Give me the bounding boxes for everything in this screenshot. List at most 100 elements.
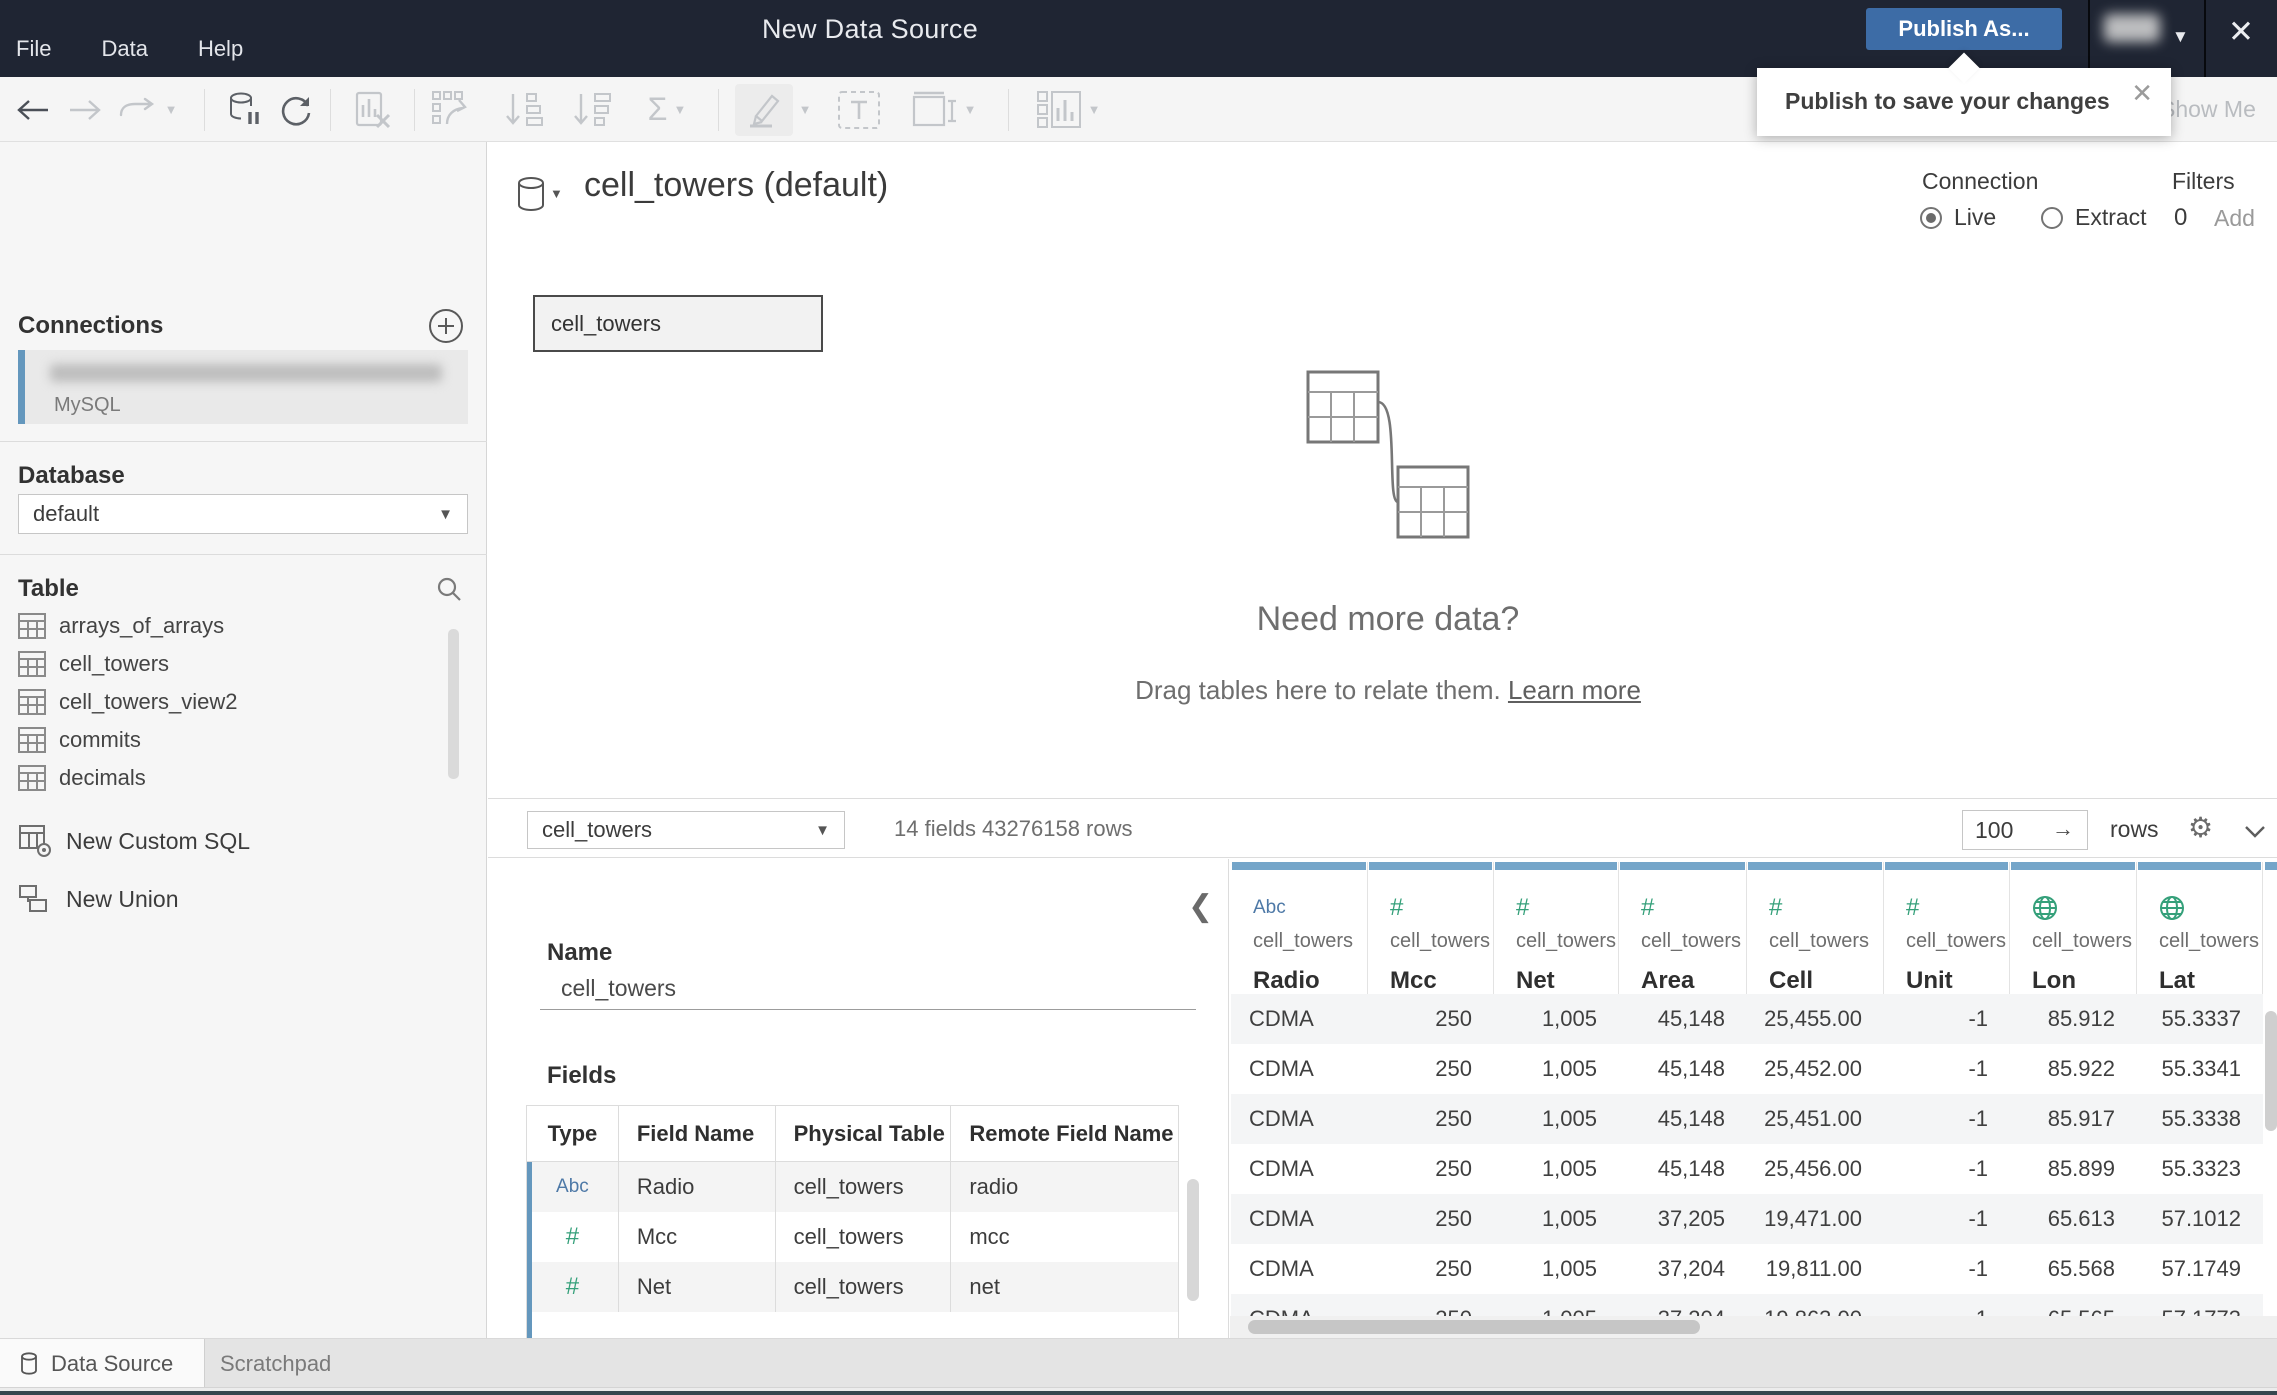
add-connection-icon[interactable]	[428, 308, 464, 344]
tab-scratchpad[interactable]: Scratchpad	[206, 1339, 331, 1388]
grid-column-header[interactable]: # cell_towers Cell	[1747, 862, 1884, 995]
related-tables-icon	[1288, 362, 1488, 542]
field-row-accent	[527, 1212, 532, 1262]
column-accent-bar	[2011, 862, 2135, 870]
grid-horizontal-scrollbar-track[interactable]	[1230, 1316, 2277, 1338]
grid-cell: -1	[1968, 1006, 1988, 1031]
publish-as-button[interactable]: Publish As...	[1866, 8, 2062, 50]
connection-type-label: MySQL	[54, 394, 121, 416]
undo-button[interactable]	[8, 77, 58, 142]
user-menu[interactable]	[2104, 14, 2160, 42]
grid-column-header[interactable]: # cell_towers Mcc	[1368, 862, 1494, 995]
close-icon[interactable]: ✕	[2228, 16, 2254, 47]
tooltip-close-icon[interactable]: ✕	[2131, 78, 2153, 109]
string-type-icon: Abc	[1253, 897, 1286, 918]
new-union-button[interactable]: New Union	[18, 884, 179, 914]
sort-descending-button[interactable]	[560, 77, 622, 142]
table-list-item[interactable]: commits	[18, 721, 438, 759]
live-radio[interactable]: Live	[1920, 204, 1996, 231]
grid-data-row[interactable]: CDMA 250 1,005 45,148 25,455.00 -1 85.912 55.33…	[1231, 994, 2263, 1044]
name-input[interactable]: cell_towers	[561, 975, 676, 1002]
grid-cell: 250	[1435, 1056, 1472, 1081]
grid-cell: -1	[1968, 1256, 1988, 1281]
menu-help[interactable]: Help	[198, 36, 243, 62]
grid-column-header[interactable]: # cell_towers Net	[1494, 862, 1619, 995]
menu-data[interactable]: Data	[101, 36, 147, 62]
datasource-caret-icon[interactable]: ▼	[550, 186, 563, 201]
number-type-icon: #	[527, 1212, 619, 1262]
show-me-label[interactable]: Show Me	[2160, 77, 2256, 142]
swap-rows-columns-button[interactable]	[420, 77, 484, 142]
column-source-table: cell_towers	[1906, 930, 2007, 952]
sort-ascending-button[interactable]	[492, 77, 554, 142]
pause-updates-button[interactable]	[216, 77, 274, 142]
column-accent-bar	[1495, 862, 1617, 870]
clear-sheet-button[interactable]	[344, 77, 402, 142]
show-me-toggle-button[interactable]: ▼	[1022, 77, 1114, 142]
table-list-item[interactable]: decimals	[18, 759, 438, 797]
grid-vertical-scrollbar[interactable]	[2265, 1011, 2277, 1131]
fit-caret-icon: ▼	[963, 102, 977, 117]
learn-more-link[interactable]: Learn more	[1508, 675, 1641, 705]
fields-table-row[interactable]: Abc Radio cell_towers radio	[527, 1162, 1178, 1212]
user-caret-icon[interactable]: ▼	[2172, 27, 2189, 47]
fields-scrollbar[interactable]	[1187, 1179, 1199, 1301]
connection-item[interactable]: MySQL	[18, 350, 468, 424]
grid-cell: -1	[1968, 1056, 1988, 1081]
apply-row-limit-icon[interactable]: →	[2052, 816, 2074, 842]
sidebar-scrollbar[interactable]	[448, 629, 459, 779]
field-row-accent	[527, 1162, 532, 1212]
fields-table-row[interactable]: # Net cell_towers net	[527, 1262, 1178, 1312]
title-bar: File Data Help New Data Source Publish A…	[0, 0, 2277, 77]
totals-button[interactable]: Σ ▼	[630, 77, 704, 142]
filters-add-button[interactable]: Add	[2214, 205, 2255, 232]
redo-button[interactable]	[60, 77, 110, 142]
tab-data-source[interactable]: Data Source	[0, 1339, 205, 1388]
grid-data-row[interactable]: CDMA 250 1,005 45,148 25,456.00 -1 85.899 55.33…	[1231, 1144, 2263, 1194]
fit-selector[interactable]: ▼	[902, 77, 986, 142]
grid-column-header[interactable]: cell_towers Lat	[2137, 862, 2263, 995]
grid-cell: 1,005	[1541, 1006, 1597, 1031]
union-icon	[18, 884, 52, 914]
grid-data-row[interactable]: CDMA 250 1,005 45,148 25,452.00 -1 85.922 55.33…	[1231, 1044, 2263, 1094]
fields-rows-summary: 14 fields 43276158 rows	[894, 816, 1133, 841]
grid-data-row[interactable]: CDMA 250 1,005 45,148 25,451.00 -1 85.917 55.33…	[1231, 1094, 2263, 1144]
menu-file[interactable]: File	[16, 36, 51, 62]
physical-table-cell: cell_towers	[776, 1262, 952, 1312]
grid-data-row[interactable]: CDMA 250 1,005 37,204 19,811.00 -1 65.568 57.17…	[1231, 1244, 2263, 1294]
gear-icon[interactable]: ⚙	[2188, 814, 2213, 842]
table-list-item[interactable]: cell_towers	[18, 645, 438, 683]
grid-horizontal-scrollbar[interactable]	[1248, 1320, 1700, 1334]
refresh-button[interactable]	[268, 77, 324, 142]
replay-button[interactable]: ▼	[112, 77, 182, 142]
grid-cell: -1	[1968, 1156, 1988, 1181]
extract-radio[interactable]: Extract	[2041, 204, 2147, 231]
collapse-panel-icon[interactable]: ❮	[1188, 889, 1213, 924]
canvas-table-node[interactable]: cell_towers	[533, 295, 823, 352]
grid-column-header[interactable]: cell_towers Lon	[2010, 862, 2137, 995]
grid-column-header[interactable]: Abc cell_towers Radio	[1231, 862, 1368, 995]
column-accent-bar	[1232, 862, 1366, 870]
search-icon[interactable]	[436, 576, 462, 602]
highlight-button[interactable]: ▼	[730, 77, 816, 142]
grid-column-header[interactable]: # cell_towers Unit	[1884, 862, 2010, 995]
grid-column-header[interactable]: # cell_towers Area	[1619, 862, 1747, 995]
database-icon[interactable]	[516, 176, 546, 212]
column-field-name: Unit	[1906, 967, 1953, 994]
column-source-table: cell_towers	[1390, 930, 1491, 952]
name-label: Name	[547, 939, 613, 966]
chevron-down-icon[interactable]	[2244, 825, 2266, 838]
grid-data-row[interactable]: CDMA 250 1,005 37,205 19,471.00 -1 65.613 57.10…	[1231, 1194, 2263, 1244]
table-list-item[interactable]: arrays_of_arrays	[18, 607, 438, 645]
table-list-item-label: cell_towers_view2	[59, 689, 238, 714]
new-custom-sql-button[interactable]: New Custom SQL	[18, 824, 250, 858]
database-select[interactable]: default ▼	[18, 494, 468, 534]
table-grid-icon	[18, 613, 46, 639]
preview-table-select[interactable]: cell_towers ▼	[527, 811, 845, 849]
fields-table-row[interactable]: # Mcc cell_towers mcc	[527, 1212, 1178, 1262]
toolbar-separator	[204, 89, 205, 131]
field-name-cell: Radio	[619, 1162, 776, 1212]
table-list-item[interactable]: cell_towers_view2	[18, 683, 438, 721]
show-mark-labels-button[interactable]	[828, 77, 890, 142]
table-list: arrays_of_arrays cell_towers cell_towers_v…	[18, 607, 438, 797]
